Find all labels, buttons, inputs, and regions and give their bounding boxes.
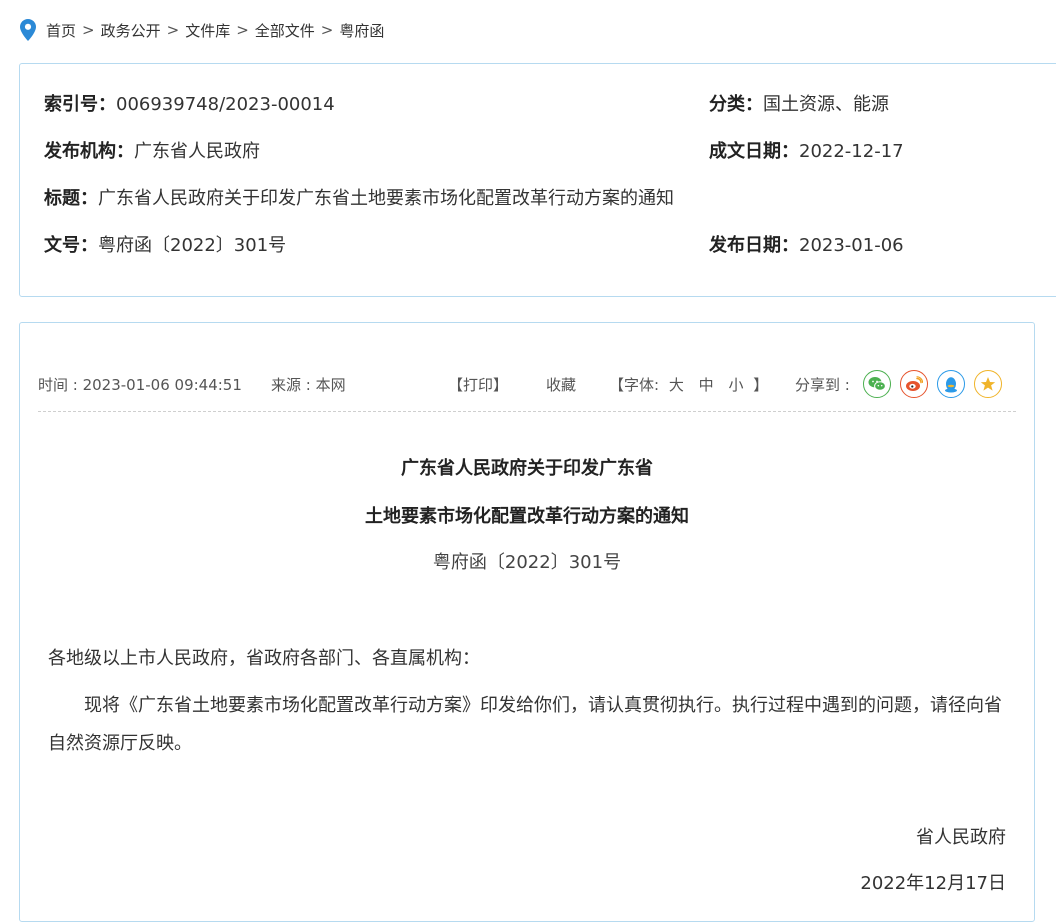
meta-publisher: 发布机构：广东省人民政府: [44, 137, 260, 163]
meta-index-no-value: 006939748/2023-00014: [116, 94, 335, 115]
source-label: 来源 : 本网: [271, 376, 346, 394]
font-size-large-button[interactable]: 大: [669, 376, 684, 394]
signature-organization: 省人民政府: [916, 827, 1006, 848]
location-pin-icon: [20, 19, 36, 41]
breadcrumb-separator: >: [320, 21, 334, 39]
breadcrumb-separator: >: [166, 21, 180, 39]
qq-icon[interactable]: [937, 370, 965, 398]
meta-written-date-label: 成文日期：: [709, 141, 799, 162]
document-salutation: 各地级以上市人民政府，省政府各部门、各直属机构：: [48, 648, 480, 669]
breadcrumb-home[interactable]: 首页: [46, 20, 76, 41]
breadcrumb-gov-affairs[interactable]: 政务公开: [101, 20, 161, 41]
meta-category: 分类：国土资源、能源: [709, 90, 889, 116]
breadcrumb-separator: >: [82, 21, 95, 39]
breadcrumb: 首页 > 政务公开 > 文件库 > 全部文件 > 粤府函: [20, 18, 384, 42]
meta-category-label: 分类：: [709, 94, 763, 115]
font-size-prefix: 【字体:: [609, 376, 660, 394]
article-toolbar: 时间 : 2023-01-06 09:44:51 来源 : 本网 【打印】 收藏…: [20, 370, 1034, 398]
document-number: 粤府函〔2022〕301号: [432, 552, 622, 573]
document-title-line-2: 土地要素市场化配置改革行动方案的通知: [365, 506, 689, 527]
breadcrumb-file-library[interactable]: 文件库: [185, 20, 230, 41]
share-icons: [863, 370, 1002, 398]
wechat-icon[interactable]: [863, 370, 891, 398]
meta-doc-no-value: 粤府函〔2022〕301号: [98, 235, 287, 256]
meta-index-no-label: 索引号：: [44, 94, 116, 115]
meta-title: 标题：广东省人民政府关于印发广东省土地要素市场化配置改革行动方案的通知: [44, 184, 674, 210]
font-size-control: 【字体: 大 中 小 】: [609, 374, 768, 395]
meta-publisher-value: 广东省人民政府: [134, 141, 260, 162]
meta-doc-no: 文号：粤府函〔2022〕301号: [44, 231, 286, 257]
meta-publish-date: 发布日期：2023-01-06: [709, 231, 904, 257]
font-size-small-button[interactable]: 小: [728, 376, 743, 394]
favorite-button[interactable]: 收藏: [546, 374, 576, 395]
document-content-panel: 时间 : 2023-01-06 09:44:51 来源 : 本网 【打印】 收藏…: [19, 322, 1035, 922]
print-button[interactable]: 【打印】: [448, 374, 508, 395]
font-size-medium-button[interactable]: 中: [699, 376, 714, 394]
meta-title-value: 广东省人民政府关于印发广东省土地要素市场化配置改革行动方案的通知: [98, 188, 674, 209]
weibo-icon[interactable]: [900, 370, 928, 398]
meta-publisher-label: 发布机构：: [44, 141, 134, 162]
meta-publish-date-value: 2023-01-06: [799, 235, 904, 256]
document-meta-panel: 索引号：006939748/2023-00014 分类：国土资源、能源 发布机构…: [19, 63, 1056, 297]
document-paragraph: 现将《广东省土地要素市场化配置改革行动方案》印发给你们，请认真贯彻执行。执行过程…: [48, 695, 1002, 754]
publish-time: 时间 : 2023-01-06 09:44:51: [38, 376, 242, 394]
meta-written-date-value: 2022-12-17: [799, 141, 904, 162]
share-label: 分享到 :: [795, 376, 850, 394]
document-title-line-1: 广东省人民政府关于印发广东省: [401, 458, 653, 479]
meta-publish-date-label: 发布日期：: [709, 235, 799, 256]
meta-category-value: 国土资源、能源: [763, 94, 889, 115]
meta-doc-no-label: 文号：: [44, 235, 98, 256]
font-size-suffix: 】: [753, 376, 769, 394]
toolbar-divider: [38, 411, 1016, 412]
meta-written-date: 成文日期：2022-12-17: [709, 137, 904, 163]
signature-date: 2022年12月17日: [860, 873, 1006, 894]
breadcrumb-current: 粤府函: [339, 21, 385, 40]
breadcrumb-separator: >: [236, 21, 249, 39]
qzone-star-icon[interactable]: [974, 370, 1002, 398]
meta-title-label: 标题：: [44, 188, 98, 209]
meta-index-no: 索引号：006939748/2023-00014: [44, 90, 335, 116]
breadcrumb-all-files[interactable]: 全部文件: [255, 20, 315, 41]
